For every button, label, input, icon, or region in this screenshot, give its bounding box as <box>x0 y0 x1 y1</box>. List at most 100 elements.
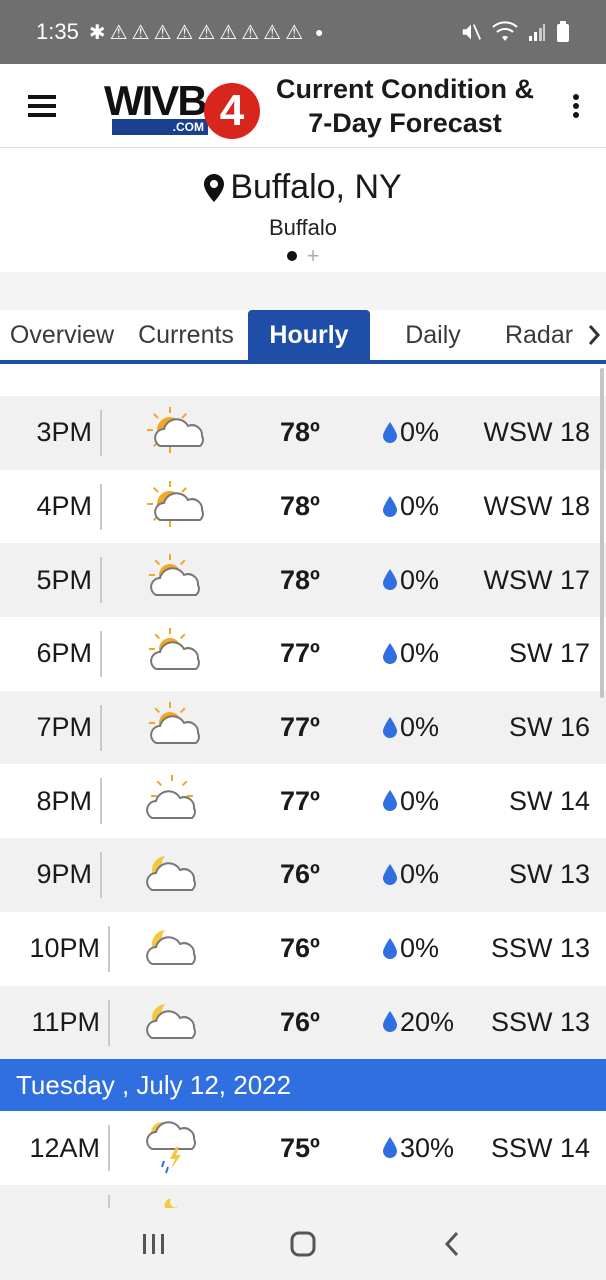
table-row[interactable]: 9PM 76º 0% SW 13 <box>0 838 606 912</box>
row-divider <box>100 483 102 530</box>
precip-value: 0% <box>400 712 440 743</box>
tab-hourly[interactable]: Hourly <box>248 310 370 360</box>
row-time: 11PM <box>31 1006 100 1037</box>
row-divider <box>100 778 102 825</box>
tabs-scroll-right-button[interactable] <box>582 310 606 360</box>
row-precipitation: 0% <box>382 491 439 522</box>
row-time: 7PM <box>36 712 92 743</box>
row-divider <box>108 1125 110 1172</box>
row-time: 5PM <box>36 564 92 595</box>
warning-icon: ⚠ <box>109 21 128 44</box>
location-pin-icon <box>204 173 225 202</box>
add-location-icon[interactable]: + <box>307 245 320 267</box>
row-time: 8PM <box>36 785 92 816</box>
row-precipitation: 0% <box>382 712 439 743</box>
table-row[interactable]: 4PM 78º 0% WSW 18 <box>0 469 606 544</box>
raindrop-icon <box>383 642 397 664</box>
raindrop-icon <box>383 421 397 443</box>
table-row[interactable]: 10PM 76º 0% SSW 13 <box>0 911 606 986</box>
tab-radar[interactable]: Radar <box>496 310 582 360</box>
raindrop-icon <box>383 1137 397 1159</box>
row-divider <box>108 999 110 1046</box>
warning-icon: ⚠ <box>153 21 172 44</box>
row-precipitation: 0% <box>382 859 439 890</box>
table-row[interactable]: 3PM 78º 0% WSW 18 <box>0 396 606 470</box>
row-precipitation: 0% <box>382 933 439 964</box>
table-row[interactable] <box>0 1184 606 1208</box>
more-vert-icon <box>573 93 579 118</box>
location-city: Buffalo, NY <box>230 168 402 206</box>
night-thunderstorm-icon <box>140 1117 210 1179</box>
row-precipitation: 30% <box>382 1133 454 1164</box>
tab-bar: Overview Currents Hourly Daily Radar <box>0 310 606 364</box>
row-temperature: 78º <box>280 417 320 448</box>
location-pager: + <box>0 245 606 267</box>
precip-value: 30% <box>400 1132 455 1163</box>
list-spacer <box>0 368 606 396</box>
tab-currents[interactable]: Currents <box>124 310 248 360</box>
pager-dot-active[interactable] <box>286 251 297 261</box>
partly-sunny-icon <box>140 402 210 464</box>
row-wind: SW 13 <box>508 859 590 890</box>
hourly-forecast-list[interactable]: 3PM 78º 0% WSW 18 4PM 78º 0% WSW 18 5PM 78º 0% WSW … <box>0 368 606 1208</box>
row-temperature: 77º <box>280 638 320 669</box>
row-wind: SSW 13 <box>490 933 590 964</box>
row-wind: SW 17 <box>508 638 590 669</box>
row-time: 12AM <box>29 1132 100 1163</box>
partly-cloudy-night-icon <box>164 1196 182 1208</box>
location-card[interactable]: Buffalo, NY Buffalo + <box>0 148 606 272</box>
cloudy-sun-icon <box>140 770 210 832</box>
page-title-line2: 7-Day Forecast <box>308 107 502 138</box>
back-button[interactable] <box>422 1214 482 1274</box>
page-title-line1: Current Condition & <box>276 73 534 104</box>
row-precipitation: 0% <box>382 565 439 596</box>
recents-button[interactable] <box>124 1214 184 1274</box>
warning-icon: ⚠ <box>175 21 194 44</box>
table-row[interactable]: 5PM 78º 0% WSW 17 <box>0 543 606 618</box>
precip-value: 0% <box>400 933 440 964</box>
raindrop-icon <box>383 1011 397 1033</box>
warning-icon: ⚠ <box>197 21 216 44</box>
page-title: Current Condition & 7-Day Forecast <box>264 72 546 140</box>
recents-icon <box>143 1234 165 1254</box>
warning-icon: ⚠ <box>219 21 238 44</box>
table-row[interactable]: 7PM 77º 0% SW 16 <box>0 690 606 765</box>
home-button[interactable] <box>273 1214 333 1274</box>
raindrop-icon <box>383 569 397 591</box>
notification-icons: ✱ ⚠ ⚠ ⚠ ⚠ ⚠ ⚠ ⚠ ⚠ ⚠ ● <box>89 20 324 45</box>
back-icon <box>444 1231 458 1257</box>
table-row[interactable]: 12AM 75º 30% SSW 14 <box>0 1111 606 1185</box>
tab-daily[interactable]: Daily <box>370 310 496 360</box>
row-divider <box>100 852 102 899</box>
partly-cloudy-night-icon <box>140 844 210 906</box>
row-divider <box>108 1194 110 1208</box>
row-wind: WSW 18 <box>483 491 590 522</box>
precip-value: 0% <box>400 638 440 669</box>
slack-icon: ✱ <box>88 21 106 44</box>
row-time: 4PM <box>36 491 92 522</box>
row-temperature: 75º <box>280 1132 320 1163</box>
row-divider <box>108 925 110 972</box>
row-precipitation: 0% <box>382 638 439 669</box>
wivb-logo: WIVB .COM 4 <box>104 71 264 141</box>
table-row[interactable]: 11PM 76º 20% SSW 13 <box>0 985 606 1060</box>
precip-value: 0% <box>400 785 440 816</box>
signal-icon <box>529 24 545 41</box>
row-temperature: 76º <box>280 859 320 890</box>
scrollbar[interactable] <box>600 368 604 698</box>
row-precipitation: 0% <box>382 417 439 448</box>
row-time: 6PM <box>36 638 92 669</box>
row-time: 3PM <box>36 417 92 448</box>
table-row[interactable]: 6PM 77º 0% SW 17 <box>0 617 606 691</box>
app-header: WIVB .COM 4 Current Condition & 7-Day Fo… <box>0 64 606 148</box>
tab-overview[interactable]: Overview <box>0 310 124 360</box>
logo-text: WIVB <box>104 76 208 124</box>
row-divider <box>100 410 102 456</box>
raindrop-icon <box>383 495 397 517</box>
overflow-menu-button[interactable] <box>546 64 606 148</box>
table-row[interactable]: 8PM 77º 0% SW 14 <box>0 764 606 839</box>
row-temperature: 76º <box>280 933 320 964</box>
hamburger-menu-button[interactable] <box>0 64 84 148</box>
row-wind: SSW 14 <box>490 1132 590 1163</box>
battery-icon <box>557 21 569 42</box>
